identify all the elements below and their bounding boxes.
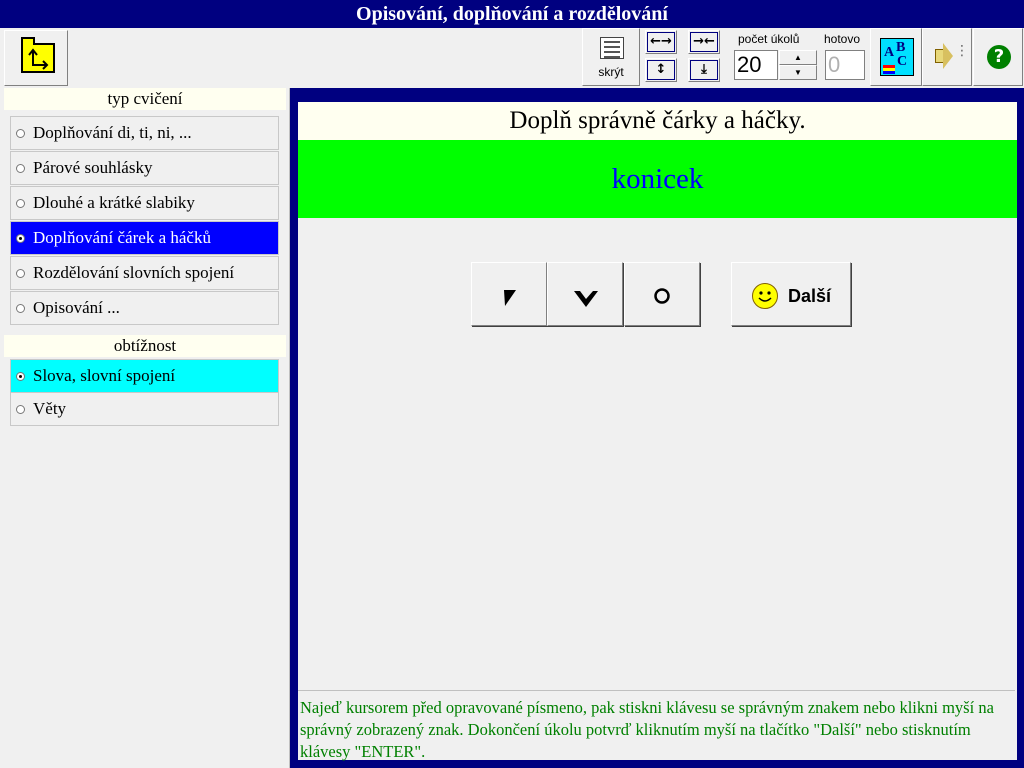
help-button[interactable]: ? bbox=[973, 28, 1023, 86]
radio-icon bbox=[16, 269, 25, 278]
toolbar: skrýt ←→ →← ↕ ⤓ počet úkolů 20 ▲ ▼ hotov… bbox=[0, 28, 1024, 88]
task-count-up-button[interactable]: ▲ bbox=[779, 50, 817, 65]
type-option-rozdelovani[interactable]: Rozdělování slovních spojení bbox=[10, 256, 279, 290]
open-folder-button[interactable] bbox=[4, 30, 68, 86]
narrow-button[interactable]: →← bbox=[688, 30, 720, 54]
done-label: hotovo bbox=[824, 32, 861, 46]
difficulty-option-label: Věty bbox=[33, 399, 67, 418]
ring-icon bbox=[654, 288, 670, 304]
smiley-icon bbox=[752, 283, 778, 309]
task-count-input[interactable]: 20 bbox=[734, 50, 778, 80]
type-option-di-ti-ni[interactable]: Doplňování di, ti, ni, ... bbox=[10, 116, 279, 150]
type-option-label: Rozdělování slovních spojení bbox=[33, 263, 235, 282]
radio-icon bbox=[16, 164, 25, 173]
type-option-parove-souhlasky[interactable]: Párové souhlásky bbox=[10, 151, 279, 185]
acute-accent-icon bbox=[504, 290, 516, 306]
task-count-label: počet úkolů bbox=[738, 32, 800, 46]
next-button[interactable]: Další bbox=[731, 262, 851, 326]
arrows-in-icon: →← bbox=[690, 32, 718, 52]
difficulty-section-header: obtížnost bbox=[4, 335, 286, 357]
sound-button[interactable]: ⋮ bbox=[922, 28, 972, 86]
type-option-label: Dlouhé a krátké slabiky bbox=[33, 193, 195, 212]
shorter-button[interactable]: ⤓ bbox=[688, 58, 720, 82]
type-option-carky-hacky[interactable]: Doplňování čárek a háčků bbox=[10, 221, 279, 255]
ring-button[interactable] bbox=[624, 262, 700, 326]
hint-text: Najeď kursorem před opravované písmeno, … bbox=[298, 690, 1015, 761]
exercise-panel: Doplň správně čárky a háčky. konicek Dal… bbox=[298, 102, 1017, 761]
type-option-label: Opisování ... bbox=[33, 298, 120, 317]
taller-button[interactable]: ↕ bbox=[645, 58, 677, 82]
widen-button[interactable]: ←→ bbox=[645, 30, 677, 54]
exercise-frame: Doplň správně čárky a háčky. konicek Dal… bbox=[290, 88, 1024, 768]
type-option-label: Doplňování čárek a háčků bbox=[33, 228, 211, 247]
abc-icon: A B C bbox=[880, 38, 914, 76]
difficulty-option-slova[interactable]: Slova, slovní spojení bbox=[10, 359, 279, 393]
acute-accent-button[interactable] bbox=[471, 262, 547, 326]
caron-button[interactable] bbox=[547, 262, 623, 326]
radio-icon bbox=[16, 129, 25, 138]
caron-icon bbox=[574, 291, 598, 307]
next-button-label: Další bbox=[788, 286, 832, 306]
folder-up-icon bbox=[21, 37, 55, 73]
arrows-out-icon: ←→ bbox=[647, 32, 675, 52]
type-option-opisovani[interactable]: Opisování ... bbox=[10, 291, 279, 325]
sidebar: typ cvičení Doplňování di, ti, ni, ... P… bbox=[0, 88, 290, 768]
spelling-button[interactable]: A B C bbox=[870, 28, 922, 86]
difficulty-option-vety[interactable]: Věty bbox=[10, 392, 279, 426]
exercise-instruction: Doplň správně čárky a háčky. bbox=[298, 102, 1017, 140]
type-option-dlouhe-kratke[interactable]: Dlouhé a krátké slabiky bbox=[10, 186, 279, 220]
radio-icon bbox=[16, 199, 25, 208]
radio-icon bbox=[16, 405, 25, 414]
radio-selected-icon bbox=[16, 372, 25, 381]
exercise-word[interactable]: konicek bbox=[298, 140, 1017, 218]
arrows-vertical-out-icon: ↕ bbox=[647, 60, 675, 80]
type-option-label: Doplňování di, ti, ni, ... bbox=[33, 123, 192, 142]
text-lines-icon bbox=[600, 37, 624, 59]
hide-button-label: skrýt bbox=[598, 65, 624, 79]
help-icon: ? bbox=[987, 45, 1011, 69]
hide-button[interactable]: skrýt bbox=[582, 28, 640, 86]
radio-selected-icon bbox=[16, 234, 25, 243]
window-title: Opisování, doplňování a rozdělování bbox=[0, 0, 1024, 28]
arrows-vertical-in-icon: ⤓ bbox=[690, 60, 718, 80]
difficulty-option-label: Slova, slovní spojení bbox=[33, 366, 176, 385]
done-count-field: 0 bbox=[825, 50, 865, 80]
type-option-label: Párové souhlásky bbox=[33, 158, 153, 177]
radio-icon bbox=[16, 304, 25, 313]
type-section-header: typ cvičení bbox=[4, 88, 286, 110]
task-count-down-button[interactable]: ▼ bbox=[779, 65, 817, 80]
